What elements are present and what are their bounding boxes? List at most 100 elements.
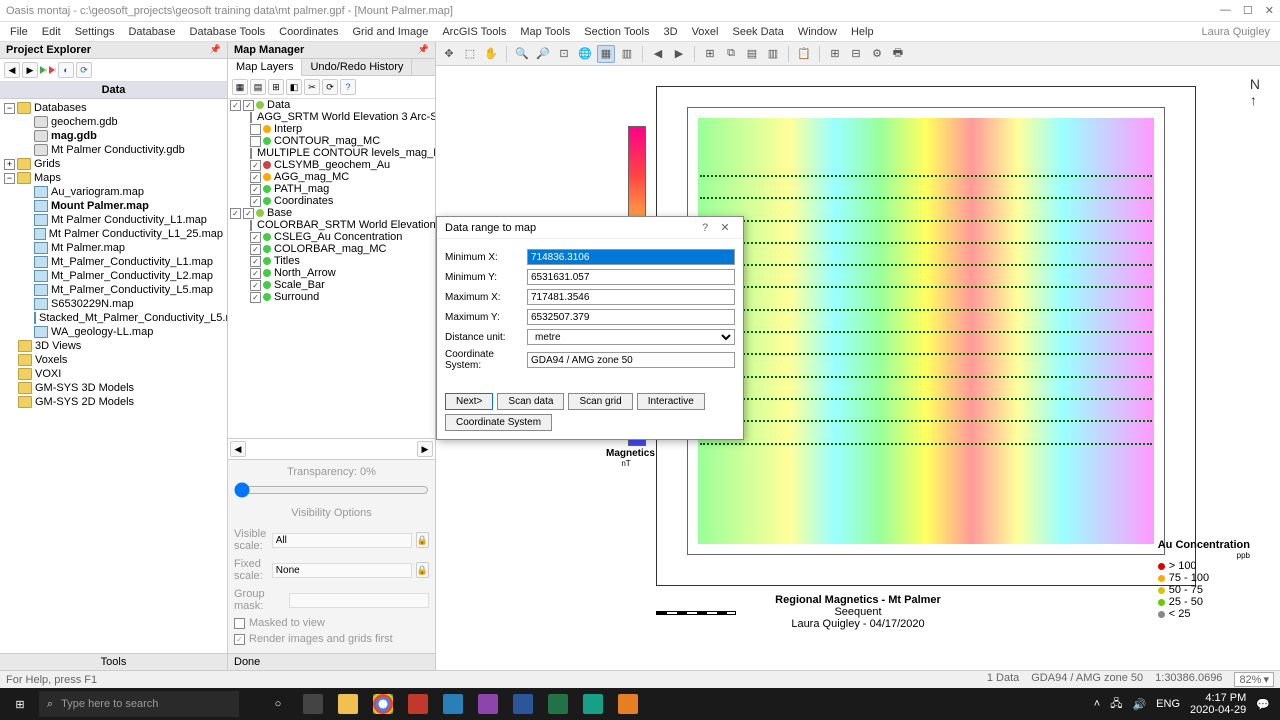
- network-icon[interactable]: 🖧: [1110, 695, 1122, 714]
- tab-map-layers[interactable]: Map Layers: [228, 59, 302, 76]
- checkbox-checked-icon[interactable]: ✓: [230, 100, 241, 111]
- scroll-left-icon[interactable]: ◀: [230, 441, 246, 457]
- pan-icon[interactable]: ✋: [482, 45, 500, 63]
- menu-edit[interactable]: Edit: [36, 24, 67, 40]
- app-icon[interactable]: [576, 690, 610, 718]
- checkbox-checked-icon[interactable]: ✓: [234, 634, 245, 645]
- tool-icon[interactable]: ▦: [232, 79, 248, 95]
- nav-fwd-icon[interactable]: ▶: [22, 62, 38, 78]
- chrome-icon[interactable]: [366, 690, 400, 718]
- scan-grid-button[interactable]: Scan grid: [568, 393, 632, 410]
- close-icon[interactable]: ✕: [715, 221, 735, 234]
- scroll-right-icon[interactable]: ▶: [417, 441, 433, 457]
- zoom-out-icon[interactable]: 🔎: [534, 45, 552, 63]
- menu-help[interactable]: Help: [845, 24, 880, 40]
- tab-undo-redo[interactable]: Undo/Redo History: [302, 59, 412, 75]
- menu-voxel[interactable]: Voxel: [686, 24, 725, 40]
- layer-icon[interactable]: ▦: [597, 45, 615, 63]
- checkbox-icon[interactable]: [234, 618, 245, 629]
- tool-icon[interactable]: ⟳: [322, 79, 338, 95]
- menu-arcgis[interactable]: ArcGIS Tools: [436, 24, 512, 40]
- project-tree[interactable]: −Databases geochem.gdb mag.gdb Mt Palmer…: [0, 99, 227, 653]
- checkbox-checked-icon[interactable]: ✓: [250, 184, 261, 195]
- refresh-icon[interactable]: ⟳: [76, 62, 92, 78]
- layer-tree[interactable]: ✓✓Data AGG_SRTM World Elevation 3 Arc-Se…: [228, 99, 435, 438]
- window-icon[interactable]: ▥: [764, 45, 782, 63]
- start-button[interactable]: ⊞: [2, 690, 38, 718]
- tool-icon[interactable]: ✂: [304, 79, 320, 95]
- menu-window[interactable]: Window: [792, 24, 843, 40]
- scan-data-button[interactable]: Scan data: [497, 393, 564, 410]
- pin-icon[interactable]: 📌: [418, 44, 429, 56]
- interactive-button[interactable]: Interactive: [637, 393, 705, 410]
- menu-database-tools[interactable]: Database Tools: [184, 24, 272, 40]
- lock-icon[interactable]: 🔒: [416, 532, 429, 548]
- nav-back-icon[interactable]: ◀: [4, 62, 20, 78]
- play-icon[interactable]: [40, 66, 47, 74]
- menu-map-tools[interactable]: Map Tools: [514, 24, 576, 40]
- max-y-input[interactable]: [527, 309, 735, 325]
- next-button[interactable]: Next>: [445, 393, 493, 410]
- expand-icon[interactable]: +: [4, 159, 15, 170]
- checkbox-icon[interactable]: [250, 148, 252, 159]
- task-view-icon[interactable]: [296, 690, 330, 718]
- transparency-slider[interactable]: [234, 482, 429, 498]
- min-y-input[interactable]: [527, 269, 735, 285]
- collapse-icon[interactable]: −: [4, 173, 15, 184]
- checkbox-checked-icon[interactable]: ✓: [250, 280, 261, 291]
- zoom-in-icon[interactable]: 🔍: [513, 45, 531, 63]
- checkbox-checked-icon[interactable]: ✓: [250, 256, 261, 267]
- checkbox-checked-icon[interactable]: ✓: [250, 244, 261, 255]
- collapse-icon[interactable]: −: [4, 103, 15, 114]
- help-icon[interactable]: ?: [695, 222, 715, 234]
- menu-seek-data[interactable]: Seek Data: [726, 24, 789, 40]
- grid2-icon[interactable]: ⊟: [847, 45, 865, 63]
- cortana-icon[interactable]: ○: [261, 690, 295, 718]
- app-icon[interactable]: [471, 690, 505, 718]
- coord-system-input[interactable]: [527, 352, 735, 368]
- menu-settings[interactable]: Settings: [69, 24, 121, 40]
- close-button[interactable]: ✕: [1265, 4, 1274, 17]
- max-x-input[interactable]: [527, 289, 735, 305]
- zoom-control[interactable]: 82%▾: [1234, 672, 1274, 687]
- app-icon[interactable]: [436, 690, 470, 718]
- menu-grid-image[interactable]: Grid and Image: [347, 24, 435, 40]
- group-mask-input[interactable]: [289, 593, 429, 608]
- cursor-icon[interactable]: ✥: [440, 45, 458, 63]
- play-red-icon[interactable]: [49, 66, 56, 74]
- checkbox-checked-icon[interactable]: ✓: [250, 160, 261, 171]
- checkbox-checked-icon[interactable]: ✓: [250, 196, 261, 207]
- pin-icon[interactable]: 📌: [210, 44, 221, 56]
- select-icon[interactable]: ⬚: [461, 45, 479, 63]
- lock-icon[interactable]: 🔒: [416, 562, 429, 578]
- system-tray[interactable]: ˄ 🖧 🔊 ENG 4:17 PM 2020-04-29 💬: [1094, 692, 1278, 716]
- help-icon[interactable]: ?: [340, 79, 356, 95]
- visible-scale-input[interactable]: [272, 533, 412, 548]
- app-icon[interactable]: [401, 690, 435, 718]
- checkbox-checked-icon[interactable]: ✓: [243, 100, 254, 111]
- layer2-icon[interactable]: ▥: [618, 45, 636, 63]
- volume-icon[interactable]: 🔊: [1132, 698, 1146, 711]
- menu-coordinates[interactable]: Coordinates: [273, 24, 344, 40]
- tool-icon[interactable]: ▤: [250, 79, 266, 95]
- checkbox-icon[interactable]: [250, 136, 261, 147]
- menu-file[interactable]: File: [4, 24, 34, 40]
- distance-unit-select[interactable]: metre: [527, 329, 735, 345]
- taskbar-clock[interactable]: 4:17 PM 2020-04-29: [1190, 692, 1246, 716]
- window-tile-icon[interactable]: ⊞: [701, 45, 719, 63]
- nav-next-icon[interactable]: ▶: [670, 45, 688, 63]
- globe-icon[interactable]: 🌐: [576, 45, 594, 63]
- dialog-titlebar[interactable]: Data range to map ? ✕: [437, 217, 743, 239]
- window-icon[interactable]: ▤: [743, 45, 761, 63]
- checkbox-checked-icon[interactable]: ✓: [230, 208, 241, 219]
- zoom-extent-icon[interactable]: ⊡: [555, 45, 573, 63]
- min-x-input[interactable]: [527, 249, 735, 265]
- checkbox-icon[interactable]: [250, 220, 252, 231]
- checkbox-icon[interactable]: [250, 112, 252, 123]
- copy-icon[interactable]: 📋: [795, 45, 813, 63]
- notifications-icon[interactable]: 💬: [1256, 698, 1270, 711]
- window-cascade-icon[interactable]: ⧉: [722, 45, 740, 63]
- fixed-scale-input[interactable]: [272, 563, 412, 578]
- tray-up-icon[interactable]: ˄: [1094, 698, 1100, 710]
- checkbox-checked-icon[interactable]: ✓: [250, 172, 261, 183]
